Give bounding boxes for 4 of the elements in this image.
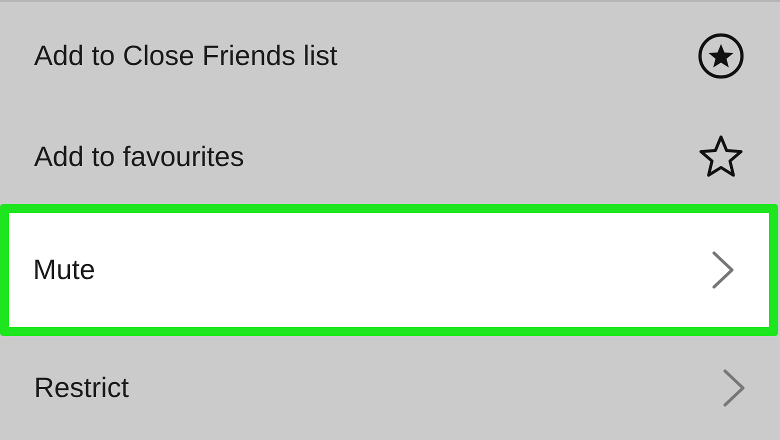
chevron-icon — [722, 368, 746, 408]
star-circle-icon — [697, 32, 745, 80]
menu-item[interactable]: Mute — [0, 204, 778, 336]
chevron-icon — [711, 250, 735, 290]
